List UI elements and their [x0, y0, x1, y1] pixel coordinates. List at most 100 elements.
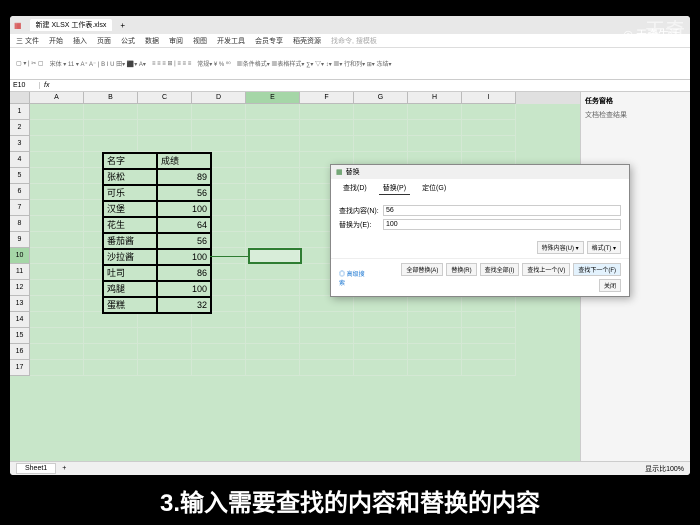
- menu-data[interactable]: 数据: [145, 36, 159, 46]
- row-4[interactable]: 4: [10, 152, 30, 168]
- select-all-corner[interactable]: [10, 92, 30, 104]
- col-F[interactable]: F: [300, 92, 354, 104]
- menu-view[interactable]: 视图: [193, 36, 207, 46]
- replace-label: 替换为(E):: [339, 220, 379, 230]
- row-5[interactable]: 5: [10, 168, 30, 184]
- row-3[interactable]: 3: [10, 136, 30, 152]
- menu-dev[interactable]: 开发工具: [217, 36, 245, 46]
- col-I[interactable]: I: [462, 92, 516, 104]
- tab-find[interactable]: 查找(D): [339, 182, 371, 195]
- menu-insert[interactable]: 插入: [73, 36, 87, 46]
- search-box[interactable]: 找命令, 搜模板: [331, 36, 377, 46]
- dialog-body: 查找内容(N): 替换为(E):: [331, 198, 629, 237]
- clipboard-group: ▢ ▾ | ✂ ▢: [16, 60, 44, 67]
- find-replace-dialog: ▦ 替换 查找(D) 替换(P) 定位(G) 查找内容(N): 替换为(E):: [330, 164, 630, 297]
- find-input[interactable]: [383, 205, 621, 216]
- spreadsheet[interactable]: A B C D E F G H I 1 2 3 4 5 6 7: [10, 92, 580, 461]
- app-icon: ▦: [14, 21, 22, 30]
- titlebar: ▦ 新建 XLSX 工作表.xlsx +: [10, 16, 690, 34]
- menu-start[interactable]: 开始: [49, 36, 63, 46]
- row-14[interactable]: 14: [10, 312, 30, 328]
- table-row[interactable]: 鸡腿: [103, 281, 157, 297]
- row-12[interactable]: 12: [10, 280, 30, 296]
- dialog-titlebar[interactable]: ▦ 替换: [331, 165, 629, 179]
- font-group: 宋体 ▾ 11 ▾ A⁺ A⁻ | B I U 田▾ ⬛▾ A▾: [50, 59, 146, 68]
- dialog-icon: ▦: [336, 168, 343, 176]
- col-E[interactable]: E: [246, 92, 300, 104]
- caption-text: 3.输入需要查找的内容和替换的内容: [160, 483, 540, 518]
- table-row[interactable]: 番茄酱: [103, 233, 157, 249]
- row-11[interactable]: 11: [10, 264, 30, 280]
- selection-trace: [210, 256, 250, 257]
- video-caption-bar: 3.输入需要查找的内容和替换的内容: [0, 475, 700, 525]
- row-7[interactable]: 7: [10, 200, 30, 216]
- ribbon-toolbar: ▢ ▾ | ✂ ▢ 宋体 ▾ 11 ▾ A⁺ A⁻ | B I U 田▾ ⬛▾ …: [10, 48, 690, 80]
- find-all-button[interactable]: 查找全部(I): [480, 263, 520, 276]
- col-D[interactable]: D: [192, 92, 246, 104]
- menu-review[interactable]: 审阅: [169, 36, 183, 46]
- add-sheet-button[interactable]: +: [62, 465, 66, 472]
- col-B[interactable]: B: [84, 92, 138, 104]
- sheet-tab-bar: Sheet1 + 显示比100%: [10, 461, 690, 475]
- row-8[interactable]: 8: [10, 216, 30, 232]
- col-H[interactable]: H: [408, 92, 462, 104]
- column-headers: A B C D E F G H I: [10, 92, 580, 104]
- table-row[interactable]: 张松: [103, 169, 157, 185]
- dialog-title: 替换: [346, 167, 360, 177]
- table-row[interactable]: 汉堡: [103, 201, 157, 217]
- number-group: 常规▾ ¥ % ⁰⁰: [197, 59, 231, 68]
- tab-replace[interactable]: 替换(P): [379, 182, 410, 195]
- th-score: 成绩: [157, 153, 211, 169]
- replace-button[interactable]: 替换(R): [446, 263, 476, 276]
- row-9[interactable]: 9: [10, 232, 30, 248]
- menu-member[interactable]: 会员专享: [255, 36, 283, 46]
- table-row[interactable]: 沙拉酱: [103, 249, 157, 265]
- replace-all-button[interactable]: 全部替换(A): [401, 263, 443, 276]
- col-C[interactable]: C: [138, 92, 192, 104]
- data-table: 名字成绩 张松89 可乐56 汉堡100 花生64 番茄酱56 沙拉酱100 吐…: [102, 152, 212, 314]
- pane-title: 任务窗格: [585, 96, 686, 106]
- new-tab-button[interactable]: +: [120, 21, 125, 30]
- sheet-tab[interactable]: Sheet1: [16, 463, 56, 474]
- fx-icon[interactable]: fx: [40, 82, 53, 89]
- row-6[interactable]: 6: [10, 184, 30, 200]
- replace-input[interactable]: [383, 219, 621, 230]
- menu-resource[interactable]: 稻壳资源: [293, 36, 321, 46]
- row-15[interactable]: 15: [10, 328, 30, 344]
- row-17[interactable]: 17: [10, 360, 30, 376]
- find-label: 查找内容(N):: [339, 206, 379, 216]
- cells-group: ▦条件格式▾ ▦表格样式▾ ∑▾ ▽▾ ↕▾ ▦▾ 行和列▾ ⊞▾ 冻结▾: [237, 59, 392, 68]
- menubar: 三 文件 开始 插入 页面 公式 数据 审阅 视图 开发工具 会员专享 稻壳资源…: [10, 34, 690, 48]
- row-13[interactable]: 13: [10, 296, 30, 312]
- row-16[interactable]: 16: [10, 344, 30, 360]
- col-G[interactable]: G: [354, 92, 408, 104]
- tab-goto[interactable]: 定位(G): [418, 182, 450, 195]
- menu-formula[interactable]: 公式: [121, 36, 135, 46]
- doc-tab[interactable]: 新建 XLSX 工作表.xlsx: [30, 19, 113, 31]
- align-group: ≡ ≡ ≡ ⊞ | ≡ ≡ ≡: [152, 60, 191, 67]
- col-A[interactable]: A: [30, 92, 84, 104]
- row-2[interactable]: 2: [10, 120, 30, 136]
- close-button[interactable]: 关闭: [599, 279, 621, 292]
- advanced-search-link[interactable]: ◎ 高级搜索: [331, 267, 377, 289]
- formula-bar: E10 fx: [10, 80, 690, 92]
- table-row[interactable]: 吐司: [103, 265, 157, 281]
- find-prev-button[interactable]: 查找上一个(V): [522, 263, 570, 276]
- cell-reference[interactable]: E10: [10, 82, 40, 89]
- table-row[interactable]: 蛋糕: [103, 297, 157, 313]
- row-1[interactable]: 1: [10, 104, 30, 120]
- watermark-icon: ◎: [623, 28, 633, 41]
- format-button[interactable]: 格式(T) ▾: [587, 241, 621, 254]
- table-row[interactable]: 可乐: [103, 185, 157, 201]
- active-cell[interactable]: [248, 248, 302, 264]
- watermark-big: 天奇: [645, 14, 685, 43]
- table-row[interactable]: 花生: [103, 217, 157, 233]
- zoom-label: 显示比100%: [645, 464, 684, 474]
- special-content-button[interactable]: 特殊内容(U) ▾: [537, 241, 584, 254]
- menu-page[interactable]: 页面: [97, 36, 111, 46]
- th-name: 名字: [103, 153, 157, 169]
- menu-file[interactable]: 三 文件: [16, 36, 39, 46]
- main-area: A B C D E F G H I 1 2 3 4 5 6 7: [10, 92, 690, 461]
- row-10[interactable]: 10: [10, 248, 30, 264]
- find-next-button[interactable]: 查找下一个(F): [573, 263, 621, 276]
